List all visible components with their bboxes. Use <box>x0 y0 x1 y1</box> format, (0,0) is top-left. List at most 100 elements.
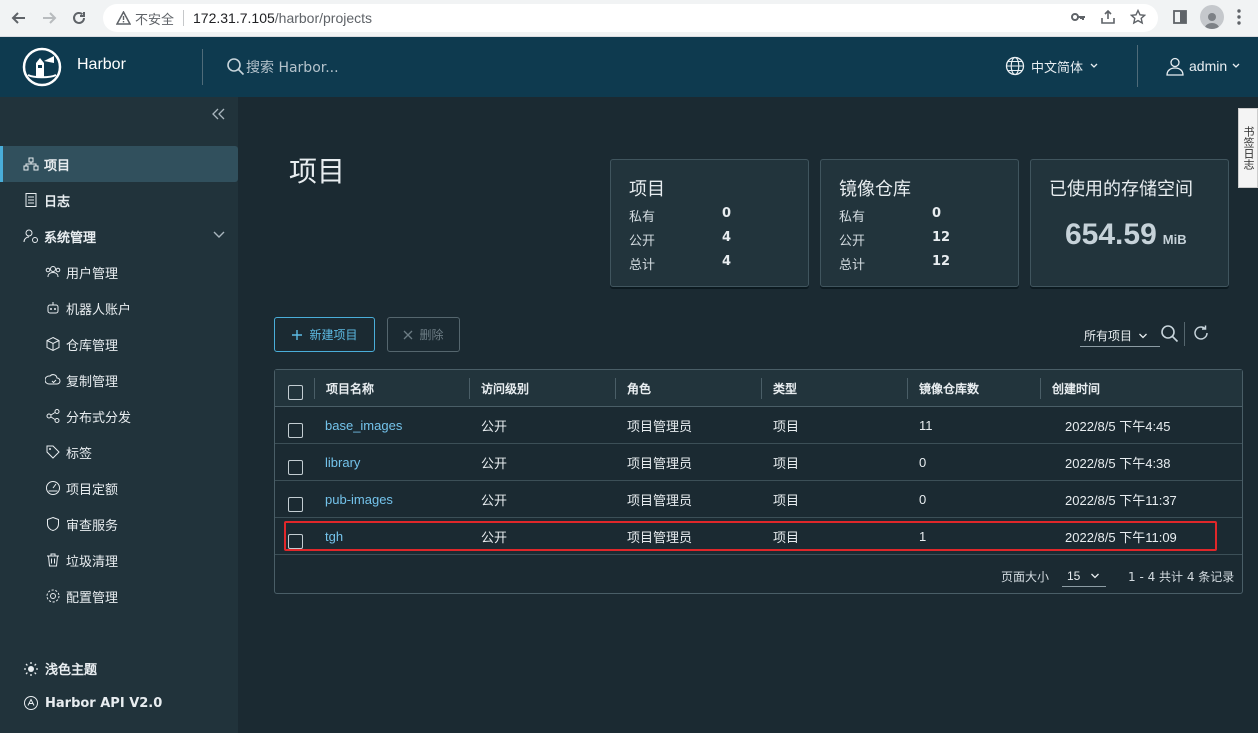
refresh-icon[interactable] <box>1192 324 1210 342</box>
page-size-value: 15 <box>1067 568 1081 583</box>
sidebar-item-registries[interactable]: 仓库管理 <box>0 326 238 362</box>
global-search-input[interactable] <box>246 57 446 79</box>
type-cell: 项目 <box>773 457 800 472</box>
sidebar-item-label: 项目 <box>44 158 71 174</box>
back-button[interactable] <box>4 3 34 33</box>
project-name-link[interactable]: base_images <box>325 407 402 444</box>
language-label: 中文简体 <box>1031 60 1084 76</box>
robot-icon <box>45 300 61 316</box>
username: admin <box>1189 58 1228 74</box>
sidebar-item-configuration[interactable]: 配置管理 <box>0 578 238 614</box>
row-checkbox[interactable] <box>288 460 303 475</box>
search-icon[interactable] <box>1160 324 1180 344</box>
browser-toolbar: 不安全 172.31.7.105/harbor/projects <box>0 0 1258 37</box>
user-menu[interactable]: admin <box>1165 56 1241 76</box>
project-name-link[interactable]: tgh <box>325 518 343 555</box>
address-bar[interactable]: 不安全 172.31.7.105/harbor/projects <box>103 4 1158 32</box>
project-name-link[interactable]: library <box>325 444 360 481</box>
sidebar-item-distribution[interactable]: 分布式分发 <box>0 398 238 434</box>
theme-label: 浅色主题 <box>45 663 98 678</box>
brand-name[interactable]: Harbor <box>77 56 126 74</box>
column-header-name[interactable]: 项目名称 <box>326 370 374 407</box>
sidebar-item-gc[interactable]: 垃圾清理 <box>0 542 238 578</box>
projects-table: 项目名称 访问级别 角色 类型 镜像仓库数 创建时间 base_images 公… <box>274 369 1243 594</box>
collapse-sidebar-button[interactable] <box>212 106 226 124</box>
table-row[interactable]: base_images 公开 项目管理员 项目 11 2022/8/5 下午4:… <box>275 407 1242 444</box>
access-cell: 公开 <box>481 494 508 509</box>
sidebar-item-logs[interactable]: 日志 <box>0 182 238 218</box>
delete-button[interactable]: 删除 <box>387 317 460 352</box>
api-label: Harbor API V2.0 <box>45 695 163 711</box>
column-header-created[interactable]: 创建时间 <box>1052 370 1100 407</box>
select-all-checkbox[interactable] <box>288 385 303 400</box>
edge-bookmark-tab[interactable]: 书签日志 <box>1238 108 1258 188</box>
sidepanel-icon[interactable] <box>1172 9 1188 25</box>
replication-icon <box>45 372 61 388</box>
filter-label: 所有项目 <box>1084 329 1133 343</box>
table-row[interactable]: pub-images 公开 项目管理员 项目 0 2022/8/5 下午11:3… <box>275 481 1242 518</box>
plus-icon <box>292 329 303 340</box>
sidebar-item-scanners[interactable]: 审查服务 <box>0 506 238 542</box>
row-checkbox[interactable] <box>288 423 303 438</box>
url-host: 172.31.7.105 <box>193 10 275 26</box>
created-cell: 2022/8/5 下午11:37 <box>1065 493 1177 508</box>
table-footer: 页面大小 15 1 - 4 共计 4 条记录 <box>275 556 1242 593</box>
column-divider <box>761 378 762 399</box>
forward-button[interactable] <box>34 3 64 33</box>
sidebar-item-label: 日志 <box>44 194 71 210</box>
type-cell: 项目 <box>773 494 800 509</box>
sun-icon <box>24 661 38 676</box>
column-header-role[interactable]: 角色 <box>627 370 651 407</box>
reload-button[interactable] <box>64 3 94 33</box>
project-filter-select[interactable]: 所有项目 <box>1080 325 1160 347</box>
row-checkbox[interactable] <box>288 497 303 512</box>
access-cell: 公开 <box>481 531 508 546</box>
harbor-logo-icon[interactable] <box>22 47 62 87</box>
sidebar-item-admin[interactable]: 系统管理 <box>0 218 238 254</box>
new-project-button[interactable]: 新建项目 <box>274 317 375 352</box>
chevron-down-icon[interactable] <box>212 230 226 240</box>
table-row[interactable]: tgh 公开 项目管理员 项目 1 2022/8/5 下午11:09 <box>275 518 1242 555</box>
column-header-access[interactable]: 访问级别 <box>481 370 529 407</box>
sidebar-item-label: 机器人账户 <box>66 302 132 318</box>
browser-actions <box>1172 5 1242 29</box>
page-size-label: 页面大小 <box>1001 570 1050 584</box>
row-label: 总计 <box>839 258 866 273</box>
profile-avatar[interactable] <box>1200 5 1224 29</box>
sidebar-item-labels[interactable]: 标签 <box>0 434 238 470</box>
page-size-select[interactable]: 15 <box>1062 565 1106 587</box>
type-cell: 项目 <box>773 420 800 435</box>
access-cell: 公开 <box>481 420 508 435</box>
card-row: 总计 4 <box>629 254 789 273</box>
star-icon[interactable] <box>1130 9 1146 25</box>
api-link[interactable]: Harbor API V2.0 <box>23 695 162 711</box>
key-icon[interactable] <box>1070 9 1086 25</box>
role-cell: 项目管理员 <box>627 531 693 546</box>
omnibox-actions <box>1070 9 1146 25</box>
sidebar: 项目 日志 系统管理 用户管理 机器人账户 仓库管理 复制管理 分布式分发 标签… <box>0 97 238 733</box>
chevron-down-icon <box>1090 63 1098 68</box>
projects-icon <box>23 156 39 172</box>
table-row[interactable]: library 公开 项目管理员 项目 0 2022/8/5 下午4:38 <box>275 444 1242 481</box>
share-icon[interactable] <box>1100 9 1116 25</box>
project-name-link[interactable]: pub-images <box>325 481 393 518</box>
column-header-type[interactable]: 类型 <box>773 370 797 407</box>
projects-summary-card: 项目 私有 0 公开 4 总计 4 <box>610 159 809 287</box>
card-row: 公开 4 <box>629 230 789 249</box>
language-selector[interactable]: 中文简体 <box>1005 56 1099 76</box>
storage-value: 654.59 MiB <box>1065 218 1187 252</box>
card-row: 公开 12 <box>839 230 999 249</box>
url-text: 172.31.7.105/harbor/projects <box>193 10 372 26</box>
type-cell: 项目 <box>773 531 800 546</box>
row-checkbox[interactable] <box>288 534 303 549</box>
sidebar-item-replications[interactable]: 复制管理 <box>0 362 238 398</box>
quota-icon <box>45 480 61 496</box>
theme-toggle[interactable]: 浅色主题 <box>23 659 97 678</box>
sidebar-item-quotas[interactable]: 项目定额 <box>0 470 238 506</box>
column-header-repo-count[interactable]: 镜像仓库数 <box>919 370 979 407</box>
repo-count-cell: 0 <box>919 492 927 507</box>
sidebar-item-projects[interactable]: 项目 <box>0 146 238 182</box>
kebab-menu-icon[interactable] <box>1236 8 1242 26</box>
sidebar-item-users[interactable]: 用户管理 <box>0 254 238 290</box>
sidebar-item-robots[interactable]: 机器人账户 <box>0 290 238 326</box>
